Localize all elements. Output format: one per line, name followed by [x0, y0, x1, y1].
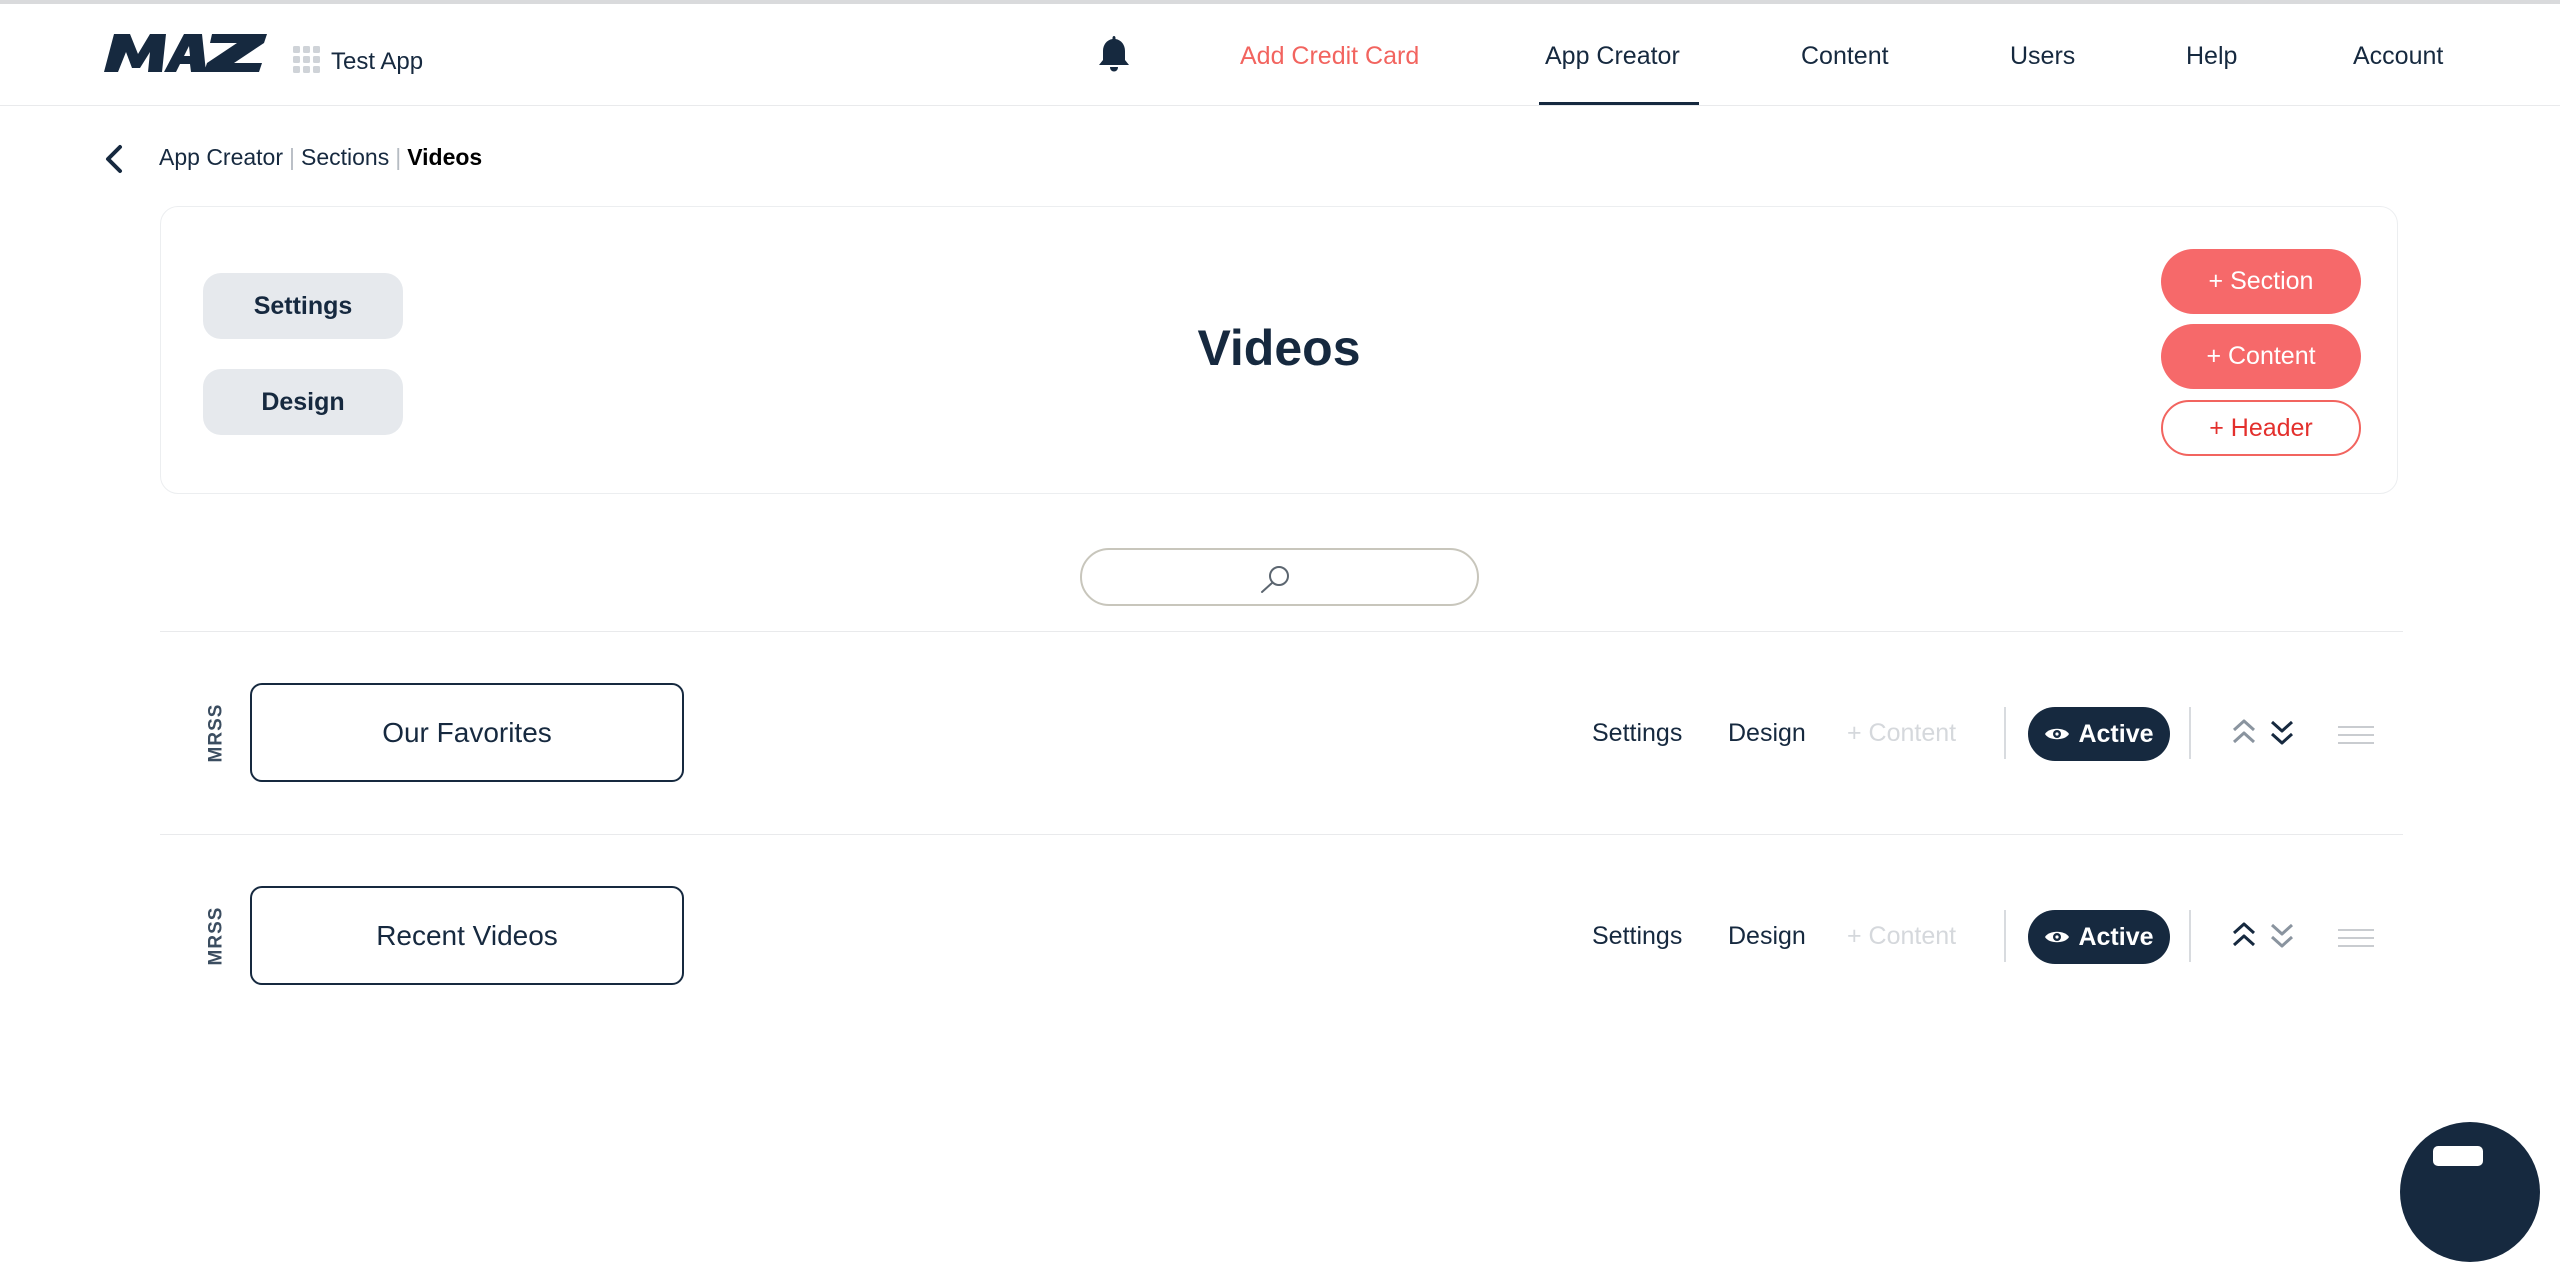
section-row: MRSS Recent Videos Settings Design + Con…	[160, 836, 2403, 1036]
row-status-toggle[interactable]: Active	[2028, 910, 2170, 964]
section-card: Settings Design Videos + Section + Conte…	[160, 206, 2398, 494]
row-status-label: Active	[2078, 719, 2154, 748]
row-add-content-link: + Content	[1847, 922, 1957, 950]
nav-active-indicator	[1539, 102, 1699, 105]
add-content-button[interactable]: + Content	[2161, 324, 2361, 389]
nav-app-creator[interactable]: App Creator	[1545, 42, 1680, 71]
breadcrumb-current: Videos	[407, 144, 483, 170]
search-icon	[1258, 564, 1292, 599]
search-input[interactable]	[1080, 548, 1479, 606]
move-up-icon[interactable]	[2231, 717, 2257, 752]
nav-content[interactable]: Content	[1801, 42, 1889, 71]
breadcrumb-separator: |	[289, 144, 295, 170]
move-down-icon[interactable]	[2269, 920, 2295, 955]
row-type-label: MRSS	[205, 906, 226, 966]
top-header: Test App Add Credit Card App Creator Con…	[0, 4, 2560, 106]
row-design-link[interactable]: Design	[1728, 719, 1806, 748]
breadcrumb-sections[interactable]: Sections	[301, 144, 389, 170]
drag-handle-icon[interactable]	[2338, 928, 2374, 953]
row-settings-link[interactable]: Settings	[1592, 922, 1682, 951]
row-add-content-link: + Content	[1847, 719, 1957, 747]
row-separator	[2004, 910, 2006, 962]
add-section-button[interactable]: + Section	[2161, 249, 2361, 314]
section-design-button[interactable]: Design	[203, 369, 403, 435]
chat-widget-button[interactable]	[2400, 1122, 2540, 1262]
add-header-button[interactable]: + Header	[2161, 400, 2361, 456]
row-design-link[interactable]: Design	[1728, 922, 1806, 951]
row-settings-link[interactable]: Settings	[1592, 719, 1682, 748]
drag-handle-icon[interactable]	[2338, 725, 2374, 750]
row-name-button[interactable]: Our Favorites	[250, 683, 684, 782]
row-name-button[interactable]: Recent Videos	[250, 886, 684, 985]
row-type-label: MRSS	[205, 703, 226, 763]
move-down-icon[interactable]	[2269, 717, 2295, 752]
breadcrumb-app-creator[interactable]: App Creator	[159, 144, 283, 170]
apps-grid-icon[interactable]	[293, 46, 321, 79]
maz-logo[interactable]	[104, 34, 269, 77]
row-status-toggle[interactable]: Active	[2028, 707, 2170, 761]
nav-account[interactable]: Account	[2353, 42, 2443, 71]
row-status-label: Active	[2078, 922, 2154, 951]
app-name[interactable]: Test App	[331, 48, 423, 76]
divider	[160, 834, 2403, 835]
chat-icon	[2433, 1146, 2483, 1166]
bell-icon[interactable]	[1098, 34, 1130, 77]
nav-add-credit-card[interactable]: Add Credit Card	[1240, 42, 1419, 71]
row-separator	[2189, 910, 2191, 962]
row-separator	[2189, 707, 2191, 759]
row-separator	[2004, 707, 2006, 759]
breadcrumb: App Creator | Sections | Videos	[159, 144, 482, 171]
move-up-icon[interactable]	[2231, 920, 2257, 955]
eye-icon	[2045, 728, 2070, 740]
breadcrumb-separator: |	[395, 144, 402, 170]
divider	[160, 631, 2403, 632]
section-row: MRSS Our Favorites Settings Design + Con…	[160, 633, 2403, 833]
nav-users[interactable]: Users	[2010, 42, 2075, 71]
page-title: Videos	[1197, 320, 1361, 376]
back-chevron-icon[interactable]	[102, 144, 126, 179]
nav-help[interactable]: Help	[2186, 42, 2237, 71]
eye-icon	[2045, 931, 2070, 943]
